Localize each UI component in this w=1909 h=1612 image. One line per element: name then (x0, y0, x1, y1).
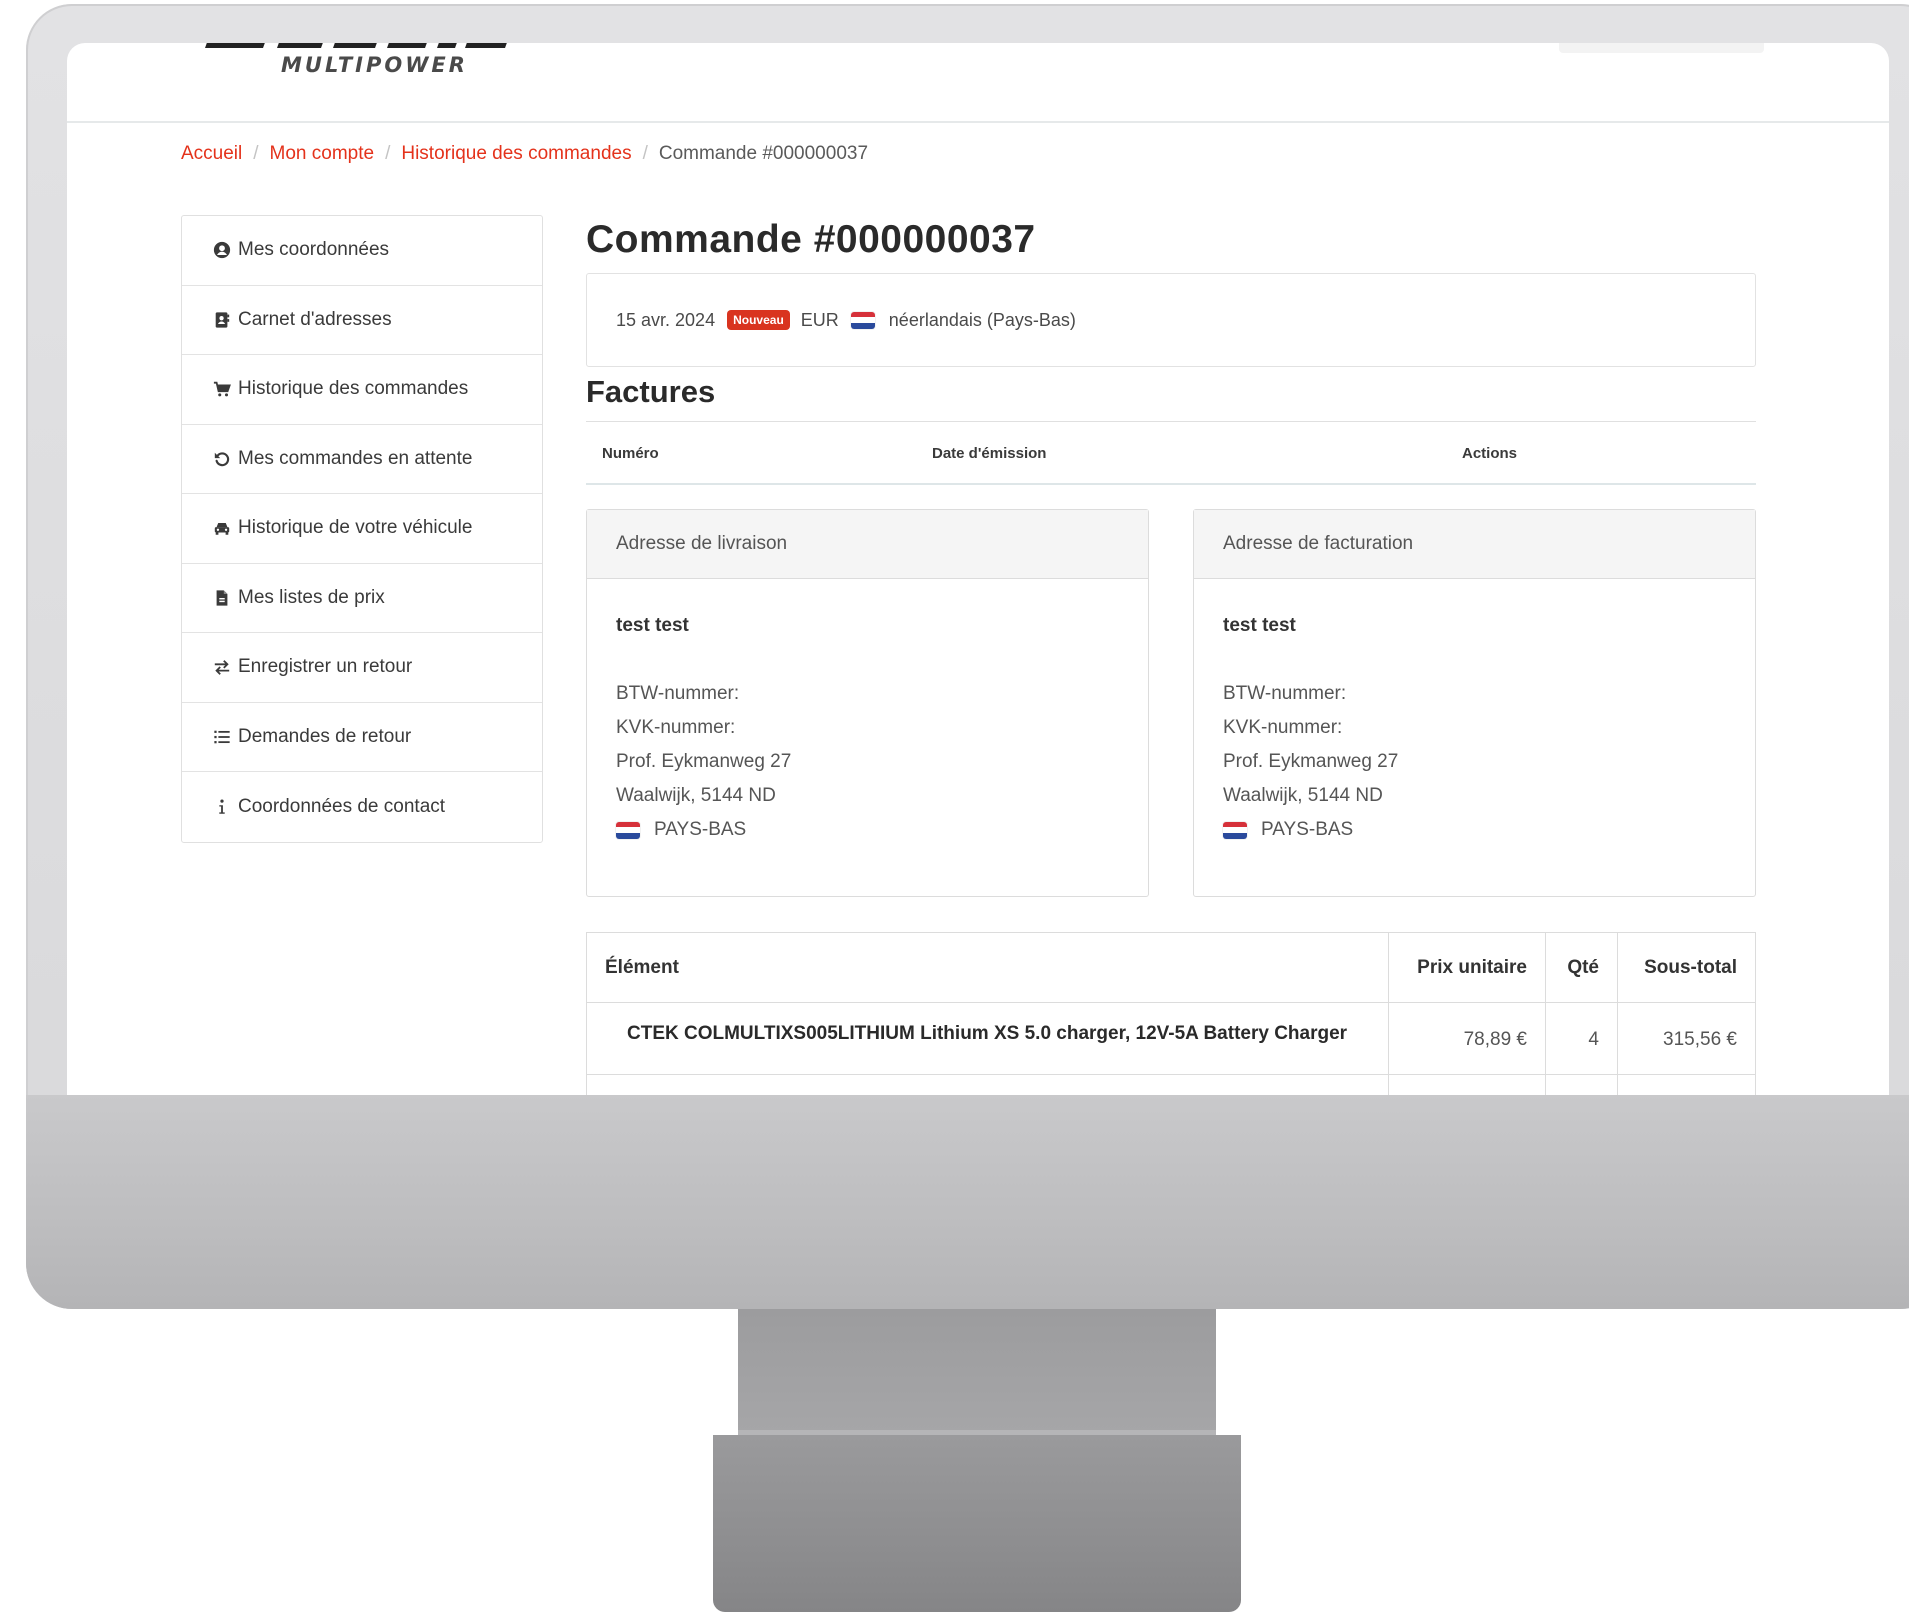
addresses: Adresse de livraison test test BTW-numme… (586, 509, 1756, 897)
sidebar-item-label: Enregistrer un retour (238, 656, 413, 678)
sidebar-item-label: Mes coordonnées (238, 239, 390, 261)
sidebar-item-label: Carnet d'adresses (238, 308, 392, 330)
logo-text: MULTIPOWER (281, 53, 468, 77)
sidebar-item-price-lists[interactable]: Mes listes de prix (182, 564, 542, 633)
item-subtotal: 315,56 € (1617, 1002, 1756, 1075)
order-date: 15 avr. 2024 (616, 309, 716, 330)
table-row (586, 1074, 1756, 1095)
list-icon (212, 727, 232, 747)
address-kvk: KVK-nummer: (616, 717, 736, 738)
items-col-element: Élément (586, 932, 1389, 1003)
header-search[interactable] (1559, 43, 1764, 53)
table-cell (1545, 1074, 1618, 1095)
shipping-address-title: Adresse de livraison (587, 510, 1148, 579)
table-cell (586, 1074, 1389, 1095)
shipping-address-card: Adresse de livraison test test BTW-numme… (586, 509, 1149, 897)
items-col-qty: Qté (1545, 932, 1618, 1003)
sidebar-item-return-requests[interactable]: Demandes de retour (182, 703, 542, 772)
address-street: Prof. Eykmanweg 27 (1223, 751, 1399, 772)
account-sidebar: Mes coordonnées Carnet d'adresses Histor… (181, 215, 543, 843)
address-kvk: KVK-nummer: (1223, 717, 1343, 738)
sidebar-item-label: Coordonnées de contact (238, 795, 446, 817)
cart-icon (212, 379, 232, 399)
breadcrumb-current: Commande #000000037 (658, 143, 869, 164)
sidebar-item-label: Mes commandes en attente (238, 447, 473, 469)
breadcrumb: Accueil / Mon compte / Historique des co… (181, 143, 868, 165)
order-meta: 15 avr. 2024 Nouveau EUR néerlandais (Pa… (586, 273, 1756, 367)
breadcrumb-order-history[interactable]: Historique des commandes (401, 143, 631, 165)
breadcrumb-separator: / (642, 143, 648, 164)
item-name[interactable]: CTEK COLMULTIXS005LITHIUM Lithium XS 5.0… (586, 1002, 1389, 1075)
sidebar-item-label: Historique de votre véhicule (238, 517, 473, 539)
billing-address-card: Adresse de facturation test test BTW-num… (1193, 509, 1756, 897)
table-row: CTEK COLMULTIXS005LITHIUM Lithium XS 5.0… (586, 1002, 1756, 1075)
item-unit-price: 78,89 € (1388, 1002, 1546, 1075)
address-btw: BTW-nummer: (616, 683, 740, 704)
sidebar-item-register-return[interactable]: Enregistrer un retour (182, 633, 542, 703)
page-title: Commande #000000037 (586, 218, 1036, 261)
sidebar-item-contact-details[interactable]: Coordonnées de contact (182, 772, 542, 842)
address-name: test test (616, 615, 689, 636)
address-street: Prof. Eykmanweg 27 (616, 751, 792, 772)
order-language: néerlandais (Pays-Bas) (888, 309, 1076, 330)
monitor-chin (26, 1095, 1909, 1309)
status-badge: Nouveau (727, 310, 790, 330)
screen: MULTIPOWER Accueil / Mon compte / Histor… (67, 43, 1889, 1095)
netherlands-flag-icon (616, 821, 640, 839)
netherlands-flag-icon (1223, 821, 1247, 839)
table-cell (1388, 1074, 1546, 1095)
sidebar-item-my-details[interactable]: Mes coordonnées (182, 216, 542, 286)
invoices-title: Factures (586, 374, 716, 409)
sidebar-item-address-book[interactable]: Carnet d'adresses (182, 286, 542, 355)
invoices-col-number: Numéro (602, 445, 659, 462)
address-country-row: PAYS-BAS (1223, 813, 1726, 847)
item-qty: 4 (1545, 1002, 1618, 1075)
items-col-subtotal: Sous-total (1617, 932, 1756, 1003)
breadcrumb-separator: / (253, 143, 259, 164)
netherlands-flag-icon (850, 311, 875, 329)
car-icon (212, 518, 232, 538)
sidebar-item-label: Mes listes de prix (238, 586, 385, 608)
invoices-table: Numéro Date d'émission Actions (586, 421, 1756, 485)
address-country: PAYS-BAS (1261, 819, 1354, 840)
order-items-table: Élément Prix unitaire Qté Sous-total CTE… (586, 932, 1756, 1095)
address-country-row: PAYS-BAS (616, 813, 1119, 847)
sidebar-item-vehicle-history[interactable]: Historique de votre véhicule (182, 494, 542, 564)
file-icon (212, 588, 232, 608)
sidebar-item-pending-orders[interactable]: Mes commandes en attente (182, 425, 542, 494)
exchange-icon (212, 657, 232, 677)
invoices-col-date: Date d'émission (932, 445, 1047, 462)
site-header: MULTIPOWER (67, 43, 1889, 123)
address-city: Waalwijk, 5144 ND (616, 785, 776, 806)
table-cell (1617, 1074, 1756, 1095)
user-circle-icon (212, 240, 232, 260)
sidebar-item-label: Historique des commandes (238, 378, 469, 400)
order-currency: EUR (800, 309, 839, 330)
order-detail: Commande #000000037 15 avr. 2024 Nouveau… (586, 215, 1756, 1095)
address-book-icon (212, 310, 232, 330)
address-btw: BTW-nummer: (1223, 683, 1347, 704)
address-city: Waalwijk, 5144 ND (1223, 785, 1383, 806)
sidebar-item-label: Demandes de retour (238, 725, 412, 747)
info-icon (212, 797, 232, 817)
breadcrumb-separator: / (385, 143, 391, 164)
monitor-stand (738, 1309, 1216, 1435)
breadcrumb-account[interactable]: Mon compte (270, 143, 375, 165)
sidebar-item-order-history[interactable]: Historique des commandes (182, 355, 542, 425)
address-name: test test (1223, 615, 1296, 636)
items-col-unit-price: Prix unitaire (1388, 932, 1546, 1003)
undo-icon (212, 449, 232, 469)
breadcrumb-home[interactable]: Accueil (181, 143, 242, 165)
monitor-stand-base (713, 1435, 1241, 1612)
address-country: PAYS-BAS (654, 819, 747, 840)
invoices-col-actions: Actions (1462, 445, 1518, 462)
billing-address-title: Adresse de facturation (1194, 510, 1755, 579)
